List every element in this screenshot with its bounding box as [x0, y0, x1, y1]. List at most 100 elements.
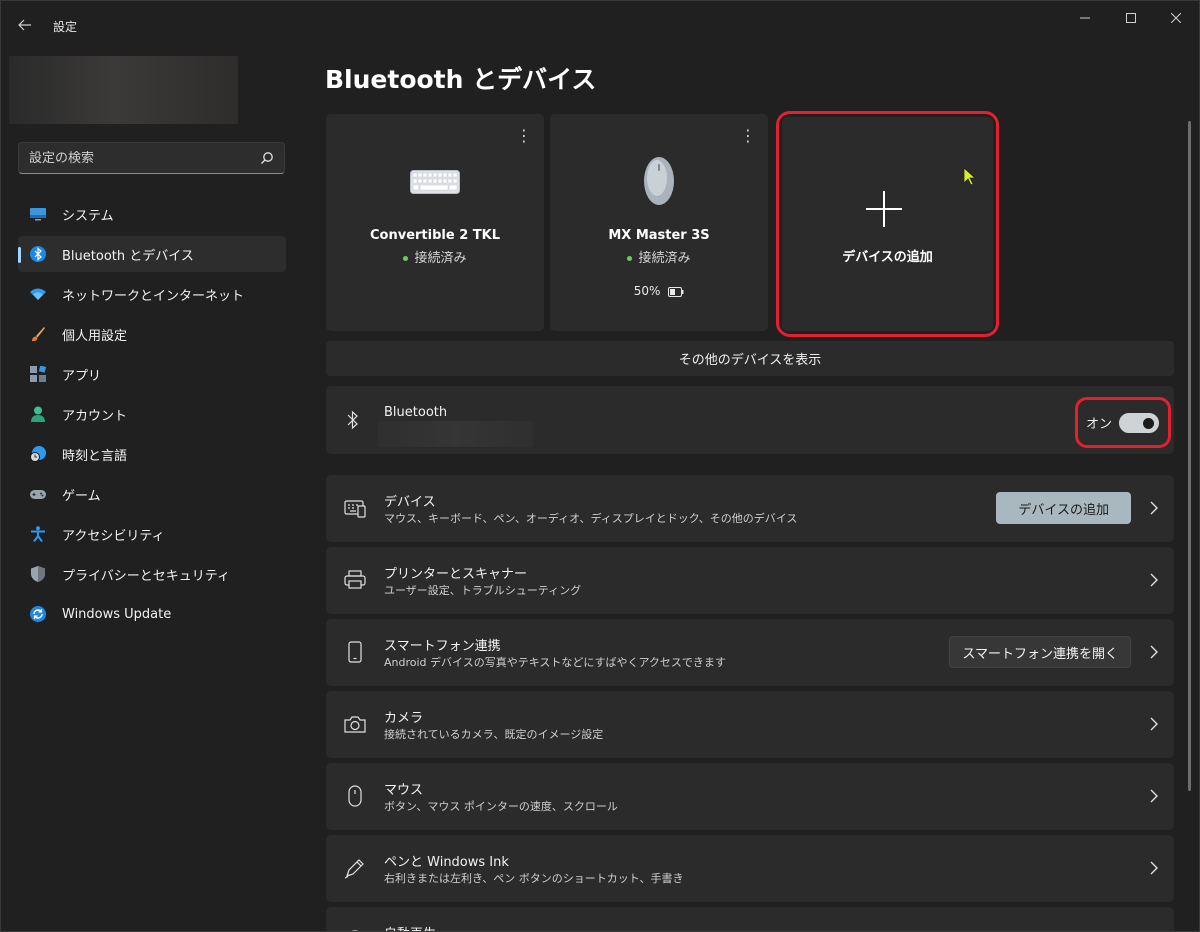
sidebar-item-label: Windows Update [62, 606, 172, 622]
bluetooth-card: Bluetooth オン [326, 386, 1174, 454]
devices-icon [344, 500, 366, 518]
plus-icon [866, 191, 902, 227]
sidebar-item-system[interactable]: システム [18, 196, 286, 232]
search-input[interactable] [29, 150, 260, 166]
sidebar-item-bluetooth[interactable]: Bluetooth とデバイス [18, 236, 286, 272]
row-title: カメラ [384, 711, 424, 726]
update-icon [30, 606, 46, 622]
toggle-knob [1143, 418, 1154, 429]
add-device-tile[interactable]: デバイスの追加 [782, 117, 993, 331]
sidebar-item-gaming[interactable]: ゲーム [18, 476, 286, 512]
camera-icon [344, 716, 366, 733]
row-description: マウス、キーボード、ペン、オーディオ、ディスプレイとドック、その他のデバイス [384, 512, 798, 525]
globe-clock-icon [30, 446, 46, 462]
more-options-icon[interactable]: ⋮ [740, 128, 756, 144]
sidebar-item-personalization[interactable]: 個人用設定 [18, 316, 286, 352]
chevron-right-icon [1150, 573, 1158, 587]
printer-icon [344, 570, 366, 589]
sidebar-item-windows-update[interactable]: Windows Update [18, 596, 286, 632]
scrollbar[interactable] [1188, 121, 1191, 791]
sidebar-item-label: Bluetooth とデバイス [62, 248, 194, 264]
add-device-button[interactable]: デバイスの追加 [996, 492, 1131, 524]
shield-icon [31, 566, 45, 582]
device-tile-keyboard[interactable]: ⋮ Convertible 2 TKL 接続済み [326, 114, 544, 331]
row-title: プリンターとスキャナー [384, 567, 528, 582]
device-status: 接続済み [326, 247, 544, 266]
more-options-icon[interactable]: ⋮ [516, 128, 532, 144]
chevron-right-icon [1150, 717, 1158, 731]
row-pen-ink[interactable]: ペンと Windows Ink 右利きまたは左利き、ペン ボタンのショートカット… [326, 835, 1174, 902]
title-bar: 設定 [1, 1, 1199, 49]
gamepad-icon [30, 490, 46, 499]
maximize-icon [1126, 13, 1136, 23]
open-phone-link-button[interactable]: スマートフォン連携を開く [949, 636, 1131, 668]
connected-dot-icon [403, 256, 409, 261]
row-camera[interactable]: カメラ 接続されているカメラ、既定のイメージ設定 [326, 691, 1174, 758]
row-description: ボタン、マウス ポインターの速度、スクロール [384, 800, 618, 813]
row-description: 右利きまたは左利き、ペン ボタンのショートカット、手書き [384, 872, 684, 885]
chevron-right-icon [1150, 789, 1158, 803]
bluetooth-outline-icon [347, 410, 358, 430]
close-button[interactable] [1153, 1, 1199, 35]
close-icon [1171, 13, 1181, 23]
minimize-button[interactable] [1062, 1, 1108, 35]
row-description: ユーザー設定、トラブルシューティング [384, 584, 582, 597]
apps-icon [30, 366, 46, 382]
sidebar-item-label: アカウント [62, 408, 128, 424]
row-devices[interactable]: デバイス マウス、キーボード、ペン、オーディオ、ディスプレイとドック、その他のデ… [326, 475, 1174, 542]
minimize-icon [1080, 17, 1090, 19]
keyboard-icon [410, 170, 460, 194]
sidebar-item-apps[interactable]: アプリ [18, 356, 286, 392]
device-tile-mouse[interactable]: ⋮ MX Master 3S 接続済み 50% [550, 114, 768, 331]
chevron-right-icon [1150, 861, 1158, 875]
mouse-outline-icon [348, 785, 362, 807]
person-icon [31, 406, 45, 422]
sidebar-item-label: ゲーム [62, 488, 101, 504]
row-phone-link[interactable]: スマートフォン連携 Android デバイスの写真やテキストなどにすばやくアクセ… [326, 619, 1174, 686]
add-device-label: デバイスの追加 [842, 250, 933, 265]
bluetooth-icon [30, 246, 46, 262]
sidebar-item-label: 個人用設定 [62, 328, 128, 344]
brush-icon [32, 327, 45, 342]
device-status: 接続済み [550, 247, 768, 266]
sidebar-item-label: 時刻と言語 [62, 448, 128, 464]
display-icon [30, 208, 46, 221]
chevron-right-icon [1150, 645, 1158, 659]
bluetooth-toggle[interactable] [1119, 413, 1159, 433]
device-name: Convertible 2 TKL [370, 228, 500, 243]
row-description: 接続されているカメラ、既定のイメージ設定 [384, 728, 604, 741]
back-button[interactable] [11, 11, 39, 39]
row-description: Android デバイスの写真やテキストなどにすばやくアクセスできます [384, 656, 726, 669]
battery-icon [668, 286, 684, 297]
row-title: マウス [384, 783, 424, 798]
accessibility-icon [31, 526, 45, 542]
bluetooth-label: Bluetooth [384, 405, 448, 420]
sidebar-item-time-language[interactable]: 時刻と言語 [18, 436, 286, 472]
sidebar-item-privacy-security[interactable]: プライバシーとセキュリティ [18, 556, 286, 592]
phone-icon [348, 641, 362, 663]
mouse-icon [644, 157, 674, 205]
toggle-state-label: オン [1086, 417, 1113, 432]
sidebar-item-accessibility[interactable]: アクセシビリティ [18, 516, 286, 552]
search-box [18, 142, 285, 174]
row-title: ペンと Windows Ink [384, 855, 509, 870]
maximize-button[interactable] [1108, 1, 1154, 35]
row-printers[interactable]: プリンターとスキャナー ユーザー設定、トラブルシューティング [326, 547, 1174, 614]
sidebar-item-accounts[interactable]: アカウント [18, 396, 286, 432]
row-mouse[interactable]: マウス ボタン、マウス ポインターの速度、スクロール [326, 763, 1174, 830]
more-devices-button[interactable]: その他のデバイスを表示 [326, 341, 1174, 376]
sidebar-item-label: プライバシーとセキュリティ [62, 568, 230, 584]
user-profile[interactable] [9, 56, 238, 124]
row-title: スマートフォン連携 [384, 639, 501, 654]
sidebar-item-label: アクセシビリティ [62, 528, 165, 544]
wifi-icon [30, 288, 46, 300]
sidebar-nav: システム Bluetooth とデバイス ネットワークとインターネット 個人用設… [18, 196, 286, 636]
row-autoplay[interactable]: 自動再生 [326, 907, 1174, 931]
device-name: MX Master 3S [608, 228, 710, 243]
row-title: デバイス [384, 495, 436, 510]
sidebar-item-network[interactable]: ネットワークとインターネット [18, 276, 286, 312]
add-device-highlight: デバイスの追加 [776, 111, 999, 337]
sidebar-item-label: アプリ [62, 368, 102, 384]
search-icon[interactable] [260, 151, 274, 165]
connected-dot-icon [627, 256, 633, 261]
